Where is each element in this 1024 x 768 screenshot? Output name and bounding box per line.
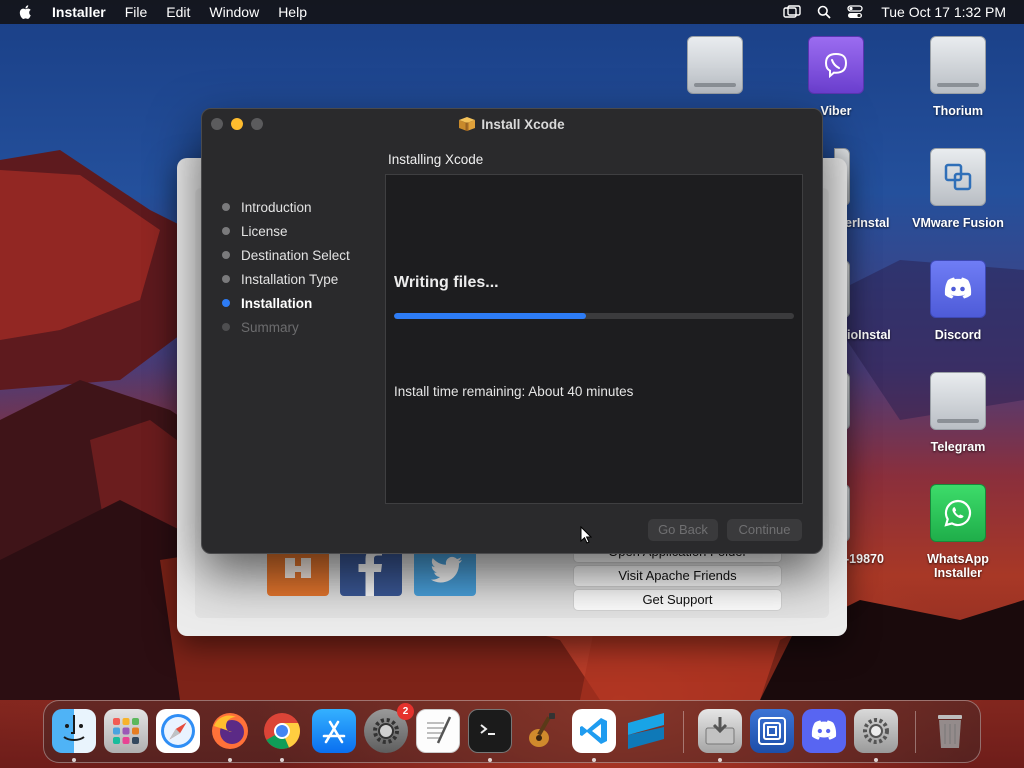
progress-bar-fill	[394, 313, 586, 319]
go-back-button[interactable]: Go Back	[648, 519, 718, 541]
vscode-icon[interactable]	[572, 709, 616, 753]
control-center-icon[interactable]	[847, 5, 863, 19]
launchpad-icon[interactable]	[104, 709, 148, 753]
finder-icon[interactable]	[52, 709, 96, 753]
installer-icon[interactable]	[698, 709, 742, 753]
running-indicator	[592, 758, 596, 762]
step-installation-type: Installation Type	[222, 267, 350, 291]
apple-menu-icon[interactable]	[18, 4, 34, 20]
time-remaining: Install time remaining: About 40 minutes	[394, 384, 634, 399]
desktop-icon-thorium[interactable]: Thorium	[910, 36, 1006, 118]
desktop-icon-drive-partial[interactable]	[667, 36, 763, 104]
step-bullet	[222, 227, 230, 235]
system-settings-icon[interactable]: 2	[364, 703, 414, 753]
install-heading: Installing Xcode	[388, 152, 484, 167]
whatsapp-icon	[930, 484, 986, 542]
drive-icon	[930, 36, 986, 94]
desktop-icon-label: WhatsApp Installer	[927, 552, 989, 580]
running-indicator	[718, 758, 722, 762]
desktop-icon-label: ioInstal	[847, 328, 891, 342]
mouse-cursor-icon	[580, 526, 592, 544]
desktop-icon-label: Discord	[934, 328, 982, 342]
notification-badge: 2	[397, 703, 414, 720]
desktop-icon-label: Thorium	[933, 104, 983, 118]
installer-steps: Introduction License Destination Select …	[222, 195, 350, 339]
menu-help[interactable]: Help	[278, 4, 307, 20]
desktop-icon-vmware[interactable]: VMware Fusion	[910, 148, 1006, 230]
desktop-icon-label: erInstal	[845, 216, 890, 230]
screen-mirroring-icon[interactable]	[783, 5, 801, 19]
menu-bar: Installer File Edit Window Help Tue Oct …	[0, 0, 1024, 24]
running-indicator	[874, 758, 878, 762]
step-bullet	[222, 275, 230, 283]
menu-window[interactable]: Window	[209, 4, 259, 20]
chrome-icon[interactable]	[260, 709, 304, 753]
step-bullet-active	[222, 299, 230, 307]
menu-edit[interactable]: Edit	[166, 4, 190, 20]
desktop-icon-label: Telegram	[930, 440, 986, 454]
discord-icon	[930, 260, 986, 318]
progress-bar	[394, 313, 794, 319]
garageband-icon[interactable]	[520, 709, 564, 753]
trash-icon[interactable]	[928, 709, 972, 753]
step-bullet	[222, 323, 230, 331]
system-preferences-icon[interactable]	[854, 709, 898, 753]
continue-button[interactable]: Continue	[727, 519, 802, 541]
app-store-icon[interactable]	[312, 709, 356, 753]
visit-apache-friends-button[interactable]: Visit Apache Friends	[573, 565, 782, 587]
desktop-icon-whatsapp[interactable]: WhatsApp Installer	[910, 484, 1006, 580]
running-indicator	[280, 758, 284, 762]
step-destination-select: Destination Select	[222, 243, 350, 267]
preview-icon[interactable]	[750, 709, 794, 753]
desktop-icon-viber[interactable]: Viber	[788, 36, 884, 118]
vmware-icon	[930, 148, 986, 206]
firefox-icon[interactable]	[208, 709, 252, 753]
terminal-icon[interactable]	[468, 709, 512, 753]
dock-separator	[683, 711, 684, 753]
install-status: Writing files...	[394, 274, 499, 291]
desktop-icon-telegram[interactable]: Telegram	[910, 372, 1006, 454]
dock-separator	[915, 711, 916, 753]
step-bullet	[222, 251, 230, 259]
step-introduction: Introduction	[222, 195, 350, 219]
running-indicator	[72, 758, 76, 762]
desktop-icon-discord[interactable]: Discord	[910, 260, 1006, 342]
installer-window[interactable]: Install Xcode Introduction License Desti…	[201, 108, 823, 554]
window-title: Install Xcode	[481, 116, 565, 132]
zoom-button[interactable]	[251, 118, 263, 130]
desktop-icon-label: -19870	[845, 552, 884, 566]
close-button[interactable]	[211, 118, 223, 130]
drive-icon	[687, 36, 743, 94]
drive-icon	[930, 372, 986, 430]
sublime-icon[interactable]	[624, 709, 668, 753]
minimize-button[interactable]	[231, 118, 243, 130]
package-icon	[459, 117, 476, 131]
running-indicator	[488, 758, 492, 762]
menu-file[interactable]: File	[125, 4, 148, 20]
textedit-icon[interactable]	[416, 709, 460, 753]
install-progress-panel: Writing files... Install time remaining:…	[385, 174, 803, 504]
viber-icon	[808, 36, 864, 94]
step-bullet	[222, 203, 230, 211]
menu-clock[interactable]: Tue Oct 17 1:32 PM	[881, 4, 1006, 20]
menu-app-name[interactable]: Installer	[52, 4, 106, 20]
step-summary: Summary	[222, 315, 350, 339]
get-support-button[interactable]: Get Support	[573, 589, 782, 611]
desktop-icon-label: VMware Fusion	[912, 216, 1004, 230]
step-installation: Installation	[222, 291, 350, 315]
step-license: License	[222, 219, 350, 243]
running-indicator	[228, 758, 232, 762]
discord-icon[interactable]	[802, 709, 846, 753]
safari-icon[interactable]	[156, 709, 200, 753]
title-bar[interactable]: Install Xcode	[202, 109, 822, 139]
dock: 2	[43, 700, 981, 763]
search-icon[interactable]	[817, 5, 831, 19]
